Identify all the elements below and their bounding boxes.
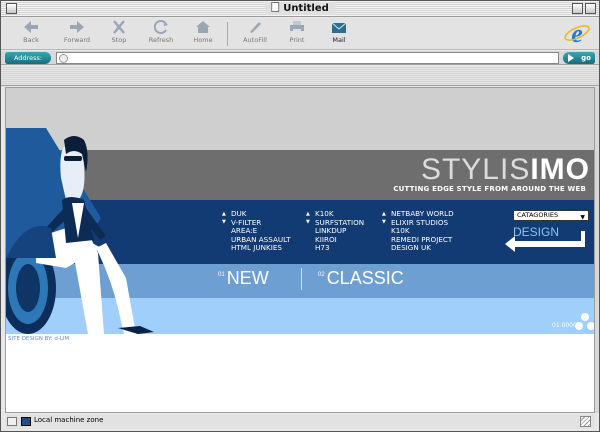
status-bar-button[interactable] — [7, 417, 17, 426]
go-button[interactable]: go — [563, 52, 595, 64]
back-arrow-icon — [24, 21, 38, 33]
browser-toolbar: Back Forward Stop Refresh Home AutoFill … — [1, 18, 599, 50]
site-logo-title: STYLISIMO — [421, 153, 590, 187]
svg-text:e: e — [571, 19, 583, 47]
nav-new-number: 01 — [218, 272, 225, 278]
printer-icon — [290, 21, 304, 33]
security-zone-label: Local machine zone — [34, 416, 104, 424]
links-column-2: ▲ ▼ K10K SURFSTATION LINKDUP KIIROI H73 — [306, 209, 364, 253]
toolbar-striped-spacer — [1, 66, 599, 86]
autofill-label: AutoFill — [243, 36, 267, 44]
scroll-down-arrow-icon[interactable]: ▼ — [222, 218, 226, 227]
stop-x-icon — [113, 20, 125, 34]
globe-icon — [59, 54, 68, 63]
web-page-content: STYLISIMO CUTTING EDGE STYLE FROM AROUND… — [5, 87, 595, 413]
site-link[interactable]: H73 — [315, 243, 364, 253]
refresh-icon — [153, 20, 168, 34]
site-link[interactable]: HTML JUNKIES — [231, 243, 291, 253]
forward-label: Forward — [63, 36, 91, 44]
zoom-box[interactable] — [572, 3, 583, 14]
nav-new-link[interactable]: 01 NEW — [218, 268, 269, 289]
print-label: Print — [289, 36, 305, 44]
back-label: Back — [23, 36, 39, 44]
forward-button[interactable]: Forward — [55, 20, 99, 48]
design-go-arrow-icon[interactable] — [503, 229, 587, 255]
dropdown-arrow-icon: ▼ — [580, 214, 585, 221]
links-column-1: ▲ ▼ DUK V-FILTER AREA:E URBAN ASSAULT HT… — [222, 209, 291, 253]
page-right-edge — [595, 87, 599, 413]
mail-button[interactable]: Mail — [317, 20, 361, 48]
address-field-container — [56, 52, 559, 64]
address-label: Address: — [5, 52, 51, 64]
logo-bold-part: IMO — [530, 153, 590, 186]
nav-classic-label: CLASSIC — [326, 268, 404, 288]
scroll-down-arrow-icon[interactable]: ▼ — [306, 218, 310, 227]
stop-button[interactable]: Stop — [97, 20, 141, 48]
home-icon — [196, 21, 210, 33]
autofill-button[interactable]: AutoFill — [233, 20, 277, 48]
internet-explorer-logo-icon: e — [564, 19, 590, 47]
resize-grip-icon[interactable] — [580, 416, 591, 427]
print-button[interactable]: Print — [275, 20, 319, 48]
home-label: Home — [193, 36, 213, 44]
refresh-button[interactable]: Refresh — [139, 20, 183, 48]
document-icon — [271, 2, 280, 12]
categories-select-value: CATAGORIES — [517, 211, 559, 219]
local-zone-icon — [21, 417, 31, 426]
close-box[interactable] — [6, 3, 17, 14]
nav-classic-link[interactable]: 02 CLASSIC — [318, 268, 404, 289]
address-input[interactable] — [71, 53, 551, 63]
categories-select[interactable]: CATAGORIES ▼ — [513, 210, 589, 221]
nav-classic-number: 02 — [318, 272, 325, 278]
links-column-3: ▲ ▼ NETBABY WORLD ELIXIR STUDIOS K10K RE… — [382, 209, 454, 253]
scroll-down-arrow-icon[interactable]: ▼ — [382, 218, 386, 227]
go-label: go — [581, 54, 591, 62]
collapse-box[interactable] — [585, 3, 596, 14]
status-bar: Local machine zone — [5, 414, 595, 429]
mail-label: Mail — [332, 36, 346, 44]
site-design-credit[interactable]: SITE DESIGN BY: d-LIM — [8, 336, 69, 342]
toolbar-separator — [227, 22, 228, 46]
stop-label: Stop — [111, 36, 127, 44]
refresh-label: Refresh — [148, 36, 174, 44]
logo-light-part: STYLIS — [420, 153, 531, 186]
forward-arrow-icon — [70, 21, 84, 33]
title-bar: Untitled — [1, 1, 599, 17]
go-arrow-icon — [568, 54, 574, 62]
site-tagline: CUTTING EDGE STYLE FROM AROUND THE WEB — [393, 185, 586, 193]
browser-window: Untitled Back Forward Stop Refresh Home … — [0, 0, 600, 432]
mail-envelope-icon — [331, 22, 347, 33]
nav-divider — [301, 268, 302, 290]
circles-logo-icon — [575, 313, 594, 330]
home-button[interactable]: Home — [181, 20, 225, 48]
nav-new-label: NEW — [226, 268, 269, 288]
site-link[interactable]: DESIGN UK — [391, 243, 454, 253]
back-button[interactable]: Back — [9, 20, 53, 48]
window-title: Untitled — [265, 2, 335, 15]
fashion-illustration-image — [6, 128, 154, 334]
autofill-pen-icon — [250, 22, 261, 33]
address-bar: Address: go — [1, 51, 599, 65]
